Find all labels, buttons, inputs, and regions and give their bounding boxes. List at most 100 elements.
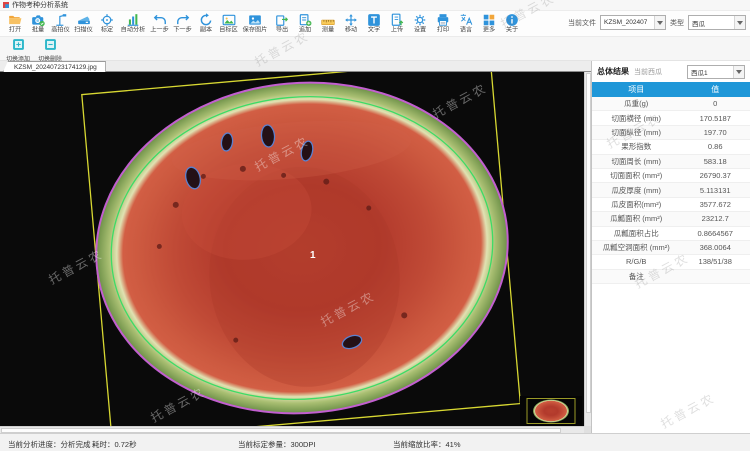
upload-label: 上传 [390,27,402,34]
save-image-button[interactable]: 保存图片 [240,12,270,35]
language-icon [459,12,473,27]
type-value: 西瓜 [692,18,705,28]
zoom-ratio-status: 当前缩放比率：41% [393,439,461,450]
measure-button[interactable]: 测量 [316,12,339,35]
horizontal-scrollbar[interactable] [0,426,584,433]
scanner-button[interactable]: 扫描仪 [72,12,95,35]
append-label: 追加 [298,27,310,34]
row-value: 368.0064 [680,243,750,252]
main-toolbar: 打开 批量 高拍仪 扫描仪 标定 自动分析 上一步 下一步 副本 目标区 保存图… [0,11,750,37]
results-title: 总体结果 [597,66,629,77]
about-button[interactable]: 关于 [500,12,523,35]
text-icon [367,12,381,27]
current-file-label: 当前文件 [568,18,596,28]
settings-gear-icon [413,12,427,27]
current-melon-label: 当前西瓜 [634,67,662,77]
chevron-down-icon [654,16,665,29]
target-region-button[interactable]: 目标区 [217,12,240,35]
image-tab[interactable]: KZSM_20240723174129.jpg [3,61,106,72]
row-label: 切面纵径 (mm) [592,127,680,138]
app-window: 作物考种分析系统 打开 批量 高拍仪 扫描仪 标定 自动分析 上一步 下一步 副… [0,0,750,451]
batch-button[interactable]: 批量 [26,12,49,35]
window-title: 作物考种分析系统 [12,0,68,10]
upload-button[interactable]: 上传 [385,12,408,35]
table-row: 切面周长 (mm)583.18 [592,155,750,169]
canvas-container: 1 [0,72,591,433]
row-label: 瓜瓤面积 (mm²) [592,213,680,224]
row-label: 切面面积 (mm²) [592,170,680,181]
results-table: 瓜重(g)0 切面横径 (mm)170.5187 切面纵径 (mm)197.70… [592,97,750,284]
row-value: 5.113131 [680,186,750,195]
printer-icon [436,12,450,27]
move-button[interactable]: 移动 [339,12,362,35]
table-row: 切面面积 (mm²)26790.37 [592,169,750,183]
about-info-icon [505,12,519,27]
calibrate-button[interactable]: 标定 [95,12,118,35]
row-value: 3577.672 [680,200,750,209]
batch-label: 批量 [31,27,43,34]
prev-step-button[interactable]: 上一步 [148,12,171,35]
vertical-scrollbar[interactable] [584,72,591,426]
save-image-label: 保存图片 [243,27,268,34]
navigator-thumbnail[interactable] [520,396,582,426]
scanner-label: 扫描仪 [74,27,92,34]
column-value: 值 [680,84,750,95]
append-button[interactable]: 追加 [293,12,316,35]
table-row: 瓜瓤面积 (mm²)23212.7 [592,212,750,226]
table-row: 瓜皮面积(mm²)3577.672 [592,198,750,212]
export-button[interactable]: 导出 [270,12,293,35]
table-row: 切面纵径 (mm)197.70 [592,126,750,140]
scrollbar-corner [584,426,591,433]
calibrate-target-icon [100,12,114,27]
doc-camera-button[interactable]: 高拍仪 [49,12,72,35]
toggle-add-icon [12,38,25,56]
table-row: 瓜皮厚度 (mm)5.113131 [592,183,750,197]
type-label: 类型 [670,18,684,28]
current-file-value: KZSM_202407 [604,19,647,26]
row-value: 170.5187 [680,114,750,123]
row-value: 26790.37 [680,171,750,180]
image-tab-label: KZSM_20240723174129.jpg [14,64,97,71]
current-file-select[interactable]: KZSM_202407 [600,15,666,30]
row-value: 197.70 [680,128,750,137]
chevron-down-icon [734,16,745,29]
title-bar: 作物考种分析系统 [0,0,750,11]
type-select[interactable]: 西瓜 [688,15,746,30]
language-button[interactable]: 语言 [454,12,477,35]
open-label: 打开 [8,27,20,34]
image-workspace: KZSM_20240723174129.jpg [0,61,591,433]
next-step-label: 下一步 [173,27,191,34]
settings-button[interactable]: 设置 [408,12,431,35]
analysis-canvas[interactable]: 1 [0,72,584,426]
row-label: 瓜重(g) [592,98,680,109]
save-image-icon [248,12,262,27]
next-step-button[interactable]: 下一步 [171,12,194,35]
doc-camera-icon [54,12,68,27]
scanner-icon [77,12,91,27]
table-row: 备注 [592,270,750,284]
auto-analyze-button[interactable]: 自动分析 [118,12,148,35]
duplicate-button[interactable]: 副本 [194,12,217,35]
target-region-label: 目标区 [219,27,237,34]
tab-strip: KZSM_20240723174129.jpg [0,61,591,72]
move-label: 移动 [344,27,356,34]
table-row: R/G/B138/51/38 [592,255,750,269]
melon-select-value: 西瓜1 [691,67,708,77]
melon-select[interactable]: 西瓜1 [687,65,745,79]
row-value: 0 [680,99,750,108]
row-label: 切面横径 (mm) [592,113,680,124]
edit-toolbar: 切换添加 切换删除 [0,37,750,61]
file-selectors: 当前文件 KZSM_202407 类型 西瓜 [568,15,746,30]
auto-analyze-chart-icon [126,12,140,27]
more-button[interactable]: 更多 [477,12,500,35]
text-label: 文字 [367,27,379,34]
text-button[interactable]: 文字 [362,12,385,35]
table-row: 切面横径 (mm)170.5187 [592,111,750,125]
language-label: 语言 [459,27,471,34]
row-value: 23212.7 [680,214,750,223]
print-button[interactable]: 打印 [431,12,454,35]
open-button[interactable]: 打开 [3,12,26,35]
export-icon [275,12,289,27]
upload-icon [390,12,404,27]
prev-step-label: 上一步 [150,27,168,34]
